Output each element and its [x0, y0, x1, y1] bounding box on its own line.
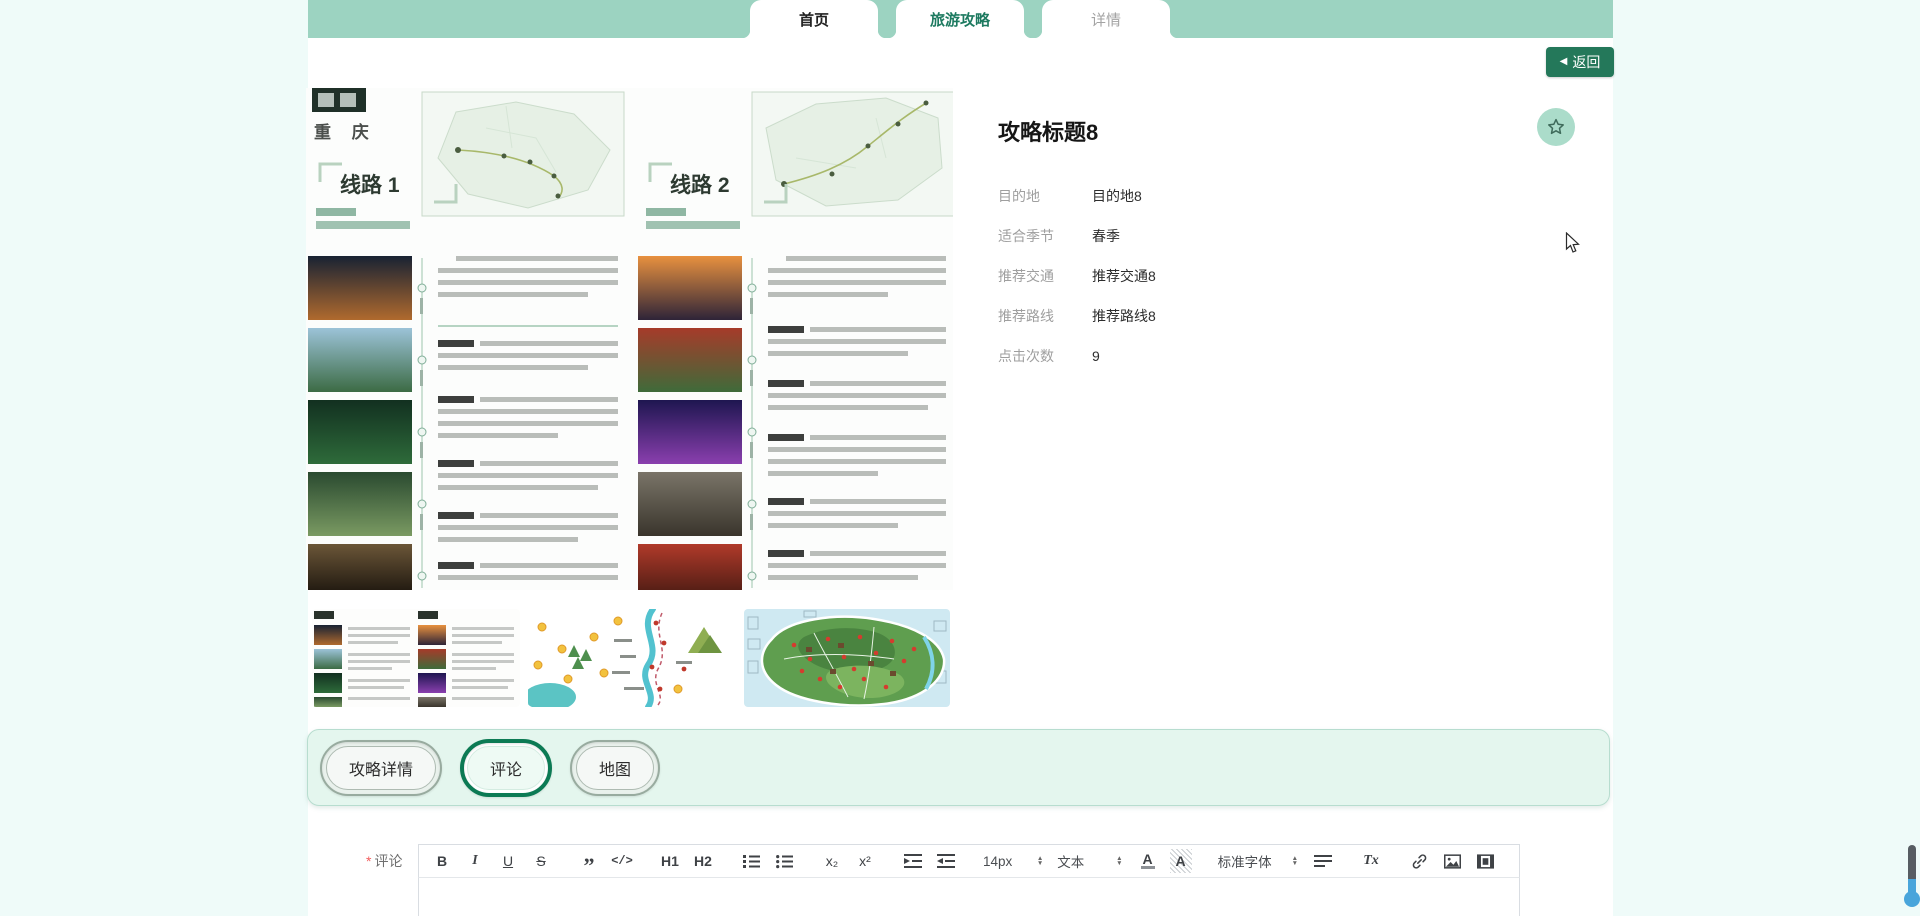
font-size-select[interactable]: 14px ▲ ▼ — [983, 849, 1043, 873]
scroll-knob[interactable] — [1904, 891, 1920, 907]
field-row: 目的地 目的地8 — [998, 188, 1142, 204]
heading1-button[interactable]: H1 — [659, 849, 681, 873]
video-icon — [1476, 853, 1494, 869]
svg-text:线路 2: 线路 2 — [670, 173, 730, 197]
align-button[interactable] — [1312, 849, 1334, 873]
field-row: 推荐交通 推荐交通8 — [998, 268, 1156, 284]
tab-detail[interactable]: 详情 — [1034, 0, 1178, 38]
text-style-select[interactable]: 文本 ▲ ▼ — [1057, 849, 1122, 873]
color-bar — [1140, 866, 1155, 869]
star-icon — [1548, 118, 1564, 135]
gallery-thumbnail-illustrated-route[interactable] — [528, 609, 736, 707]
gallery-thumbnail-province-map[interactable] — [744, 609, 950, 707]
blockquote-button[interactable]: ” — [578, 849, 600, 877]
updown-icon: ▲ ▼ — [1116, 855, 1123, 867]
section-tab-map[interactable]: 地图 — [570, 739, 661, 796]
back-arrow-icon: ◀ — [1559, 56, 1568, 67]
gallery-thumbnail-brochure[interactable] — [312, 609, 520, 707]
code-button[interactable]: </> — [611, 849, 633, 873]
bullet-list-icon — [775, 854, 793, 868]
insert-image-button[interactable] — [1441, 849, 1463, 873]
insert-video-button[interactable] — [1474, 849, 1496, 873]
link-icon — [1412, 853, 1426, 869]
field-row: 点击次数 9 — [998, 348, 1100, 364]
section-tab-comments[interactable]: 评论 — [460, 738, 553, 797]
section-tabs-panel: 攻略详情 评论 地图 — [307, 729, 1610, 806]
favorite-button[interactable] — [1537, 108, 1575, 146]
ordered-list-icon — [742, 854, 760, 868]
scroll-indicator[interactable] — [1903, 845, 1920, 907]
svg-text:重 庆: 重 庆 — [314, 122, 377, 142]
comment-editor-textarea[interactable] — [418, 877, 1520, 916]
insert-link-button[interactable] — [1408, 849, 1430, 873]
field-row: 适合季节 春季 — [998, 228, 1120, 244]
outdent-icon — [904, 854, 922, 868]
back-button-label: 返回 — [1572, 54, 1601, 70]
updown-icon: ▲ ▼ — [1036, 855, 1044, 867]
field-row: 推荐路线 推荐路线8 — [998, 308, 1156, 324]
mouse-cursor — [1565, 231, 1581, 259]
editor-toolbar: B I U S ” </> H1 H2 x₂ x² 14px ▲ ▼ 文本 ▲ … — [418, 844, 1520, 878]
clear-format-button[interactable]: Tx — [1360, 849, 1382, 873]
subscript-button[interactable]: x₂ — [821, 849, 843, 873]
font-family-select[interactable]: 标准字体 ▲ ▼ — [1218, 849, 1298, 873]
outdent-button[interactable] — [902, 849, 924, 873]
section-tab-guide-detail[interactable]: 攻略详情 — [320, 739, 443, 796]
superscript-button[interactable]: x² — [854, 849, 876, 873]
bold-button[interactable]: B — [431, 849, 453, 873]
indent-button[interactable] — [935, 849, 957, 873]
svg-text:线路 1: 线路 1 — [340, 173, 400, 197]
highlight-color-button[interactable]: A — [1169, 849, 1192, 873]
strikethrough-button[interactable]: S — [530, 849, 552, 873]
guide-fields: 目的地 目的地8 适合季节 春季 推荐交通 推荐交通8 推荐路线 推荐路线8 点… — [998, 176, 1156, 376]
back-button[interactable]: ◀ 返回 — [1546, 47, 1614, 77]
image-icon — [1443, 853, 1461, 869]
page-title: 攻略标题8 — [998, 120, 1099, 145]
indent-icon — [937, 854, 955, 868]
nav-tabs: 首页 旅游攻略 详情 — [742, 0, 1178, 38]
underline-button[interactable]: U — [497, 849, 519, 873]
tab-travel-guide[interactable]: 旅游攻略 — [888, 0, 1032, 38]
gallery-main-image[interactable]: 重 庆 线路 1 线路 2 — [306, 88, 953, 590]
italic-button[interactable]: I — [464, 849, 486, 873]
align-icon — [1314, 855, 1332, 867]
tab-home[interactable]: 首页 — [742, 0, 886, 38]
font-color-button[interactable]: A — [1137, 849, 1159, 873]
scroll-track — [1908, 845, 1916, 881]
comment-field-label: * 评论 — [366, 853, 403, 869]
ordered-list-button[interactable] — [740, 849, 762, 873]
bullet-list-button[interactable] — [773, 849, 795, 873]
updown-icon: ▲ ▼ — [1291, 855, 1298, 867]
required-mark: * — [366, 853, 372, 869]
heading2-button[interactable]: H2 — [692, 849, 714, 873]
